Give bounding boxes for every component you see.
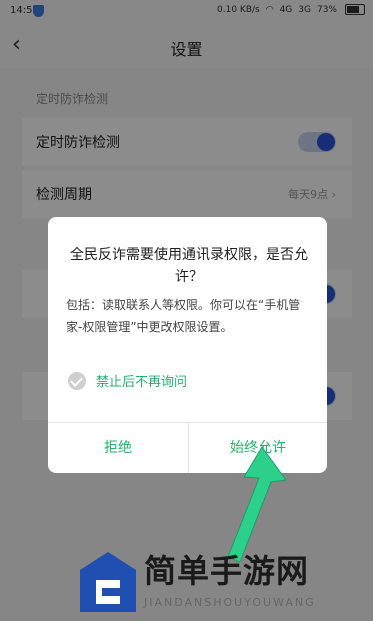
watermark-subtitle: JIANDANSHOUYOUWANG (144, 596, 316, 609)
watermark: 简单手游网 JIANDANSHOUYOUWANG (78, 546, 368, 616)
pointer-arrow-icon (227, 446, 287, 563)
site-logo-icon (80, 552, 136, 612)
watermark-title: 简单手游网 (144, 552, 310, 590)
